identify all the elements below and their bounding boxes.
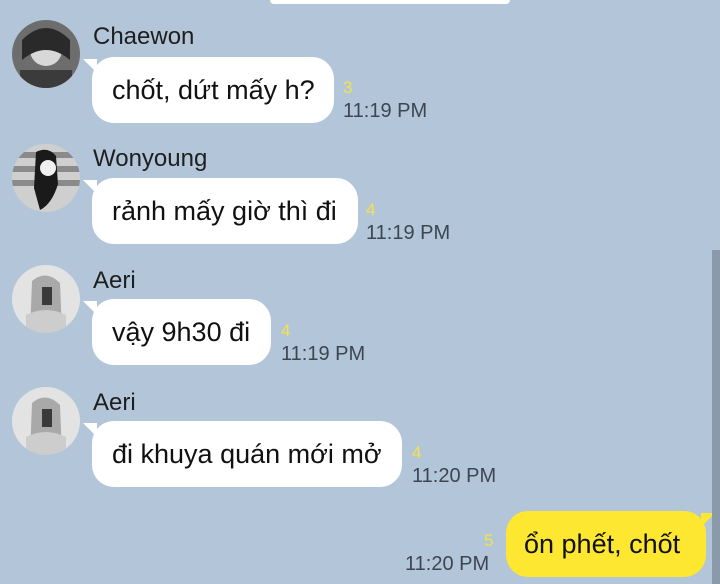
message-row: Wonyoung rảnh mấy giờ thì đi 4 11:19 PM <box>0 140 720 260</box>
avatar[interactable] <box>12 387 80 455</box>
message-row: Aeri đi khuya quán mới mở 4 11:20 PM <box>0 384 720 504</box>
message-time: 11:19 PM <box>281 343 366 365</box>
previous-message-bubble-edge <box>270 0 510 4</box>
message-bubble[interactable]: rảnh mấy giờ thì đi <box>83 178 358 244</box>
sender-name: Wonyoung <box>93 145 208 172</box>
message-time: 11:20 PM <box>405 553 490 575</box>
message-time: 11:20 PM <box>412 465 497 487</box>
sender-name: Chaewon <box>93 23 195 50</box>
unread-count: 4 <box>412 443 422 462</box>
message-time: 11:19 PM <box>366 222 451 244</box>
avatar[interactable] <box>12 265 80 333</box>
unread-count: 3 <box>343 78 353 97</box>
message-bubble[interactable]: vậy 9h30 đi <box>83 299 271 365</box>
unread-count: 4 <box>281 321 291 340</box>
sender-name: Aeri <box>93 267 136 294</box>
message-text: chốt, dứt mấy h? <box>112 74 315 105</box>
sender-name: Aeri <box>93 389 136 416</box>
message-row: Chaewon chốt, dứt mấy h? 3 11:19 PM <box>0 18 720 138</box>
message-time: 11:19 PM <box>343 100 428 122</box>
avatar[interactable] <box>12 20 80 88</box>
message-bubble[interactable]: chốt, dứt mấy h? <box>83 57 334 123</box>
avatar[interactable] <box>12 144 80 212</box>
scrollbar[interactable] <box>712 250 720 584</box>
message-text: vậy 9h30 đi <box>112 316 251 347</box>
unread-count: 4 <box>366 200 376 219</box>
message-row: Aeri vậy 9h30 đi 4 11:19 PM <box>0 262 720 382</box>
message-text: rảnh mấy giờ thì đi <box>112 195 337 226</box>
outgoing-message-bubble[interactable]: ổn phết, chốt <box>506 511 715 577</box>
unread-count: 5 <box>484 531 494 550</box>
message-text: ổn phết, chốt <box>524 528 681 559</box>
message-text: đi khuya quán mới mở <box>112 438 382 469</box>
message-bubble[interactable]: đi khuya quán mới mở <box>83 421 402 487</box>
